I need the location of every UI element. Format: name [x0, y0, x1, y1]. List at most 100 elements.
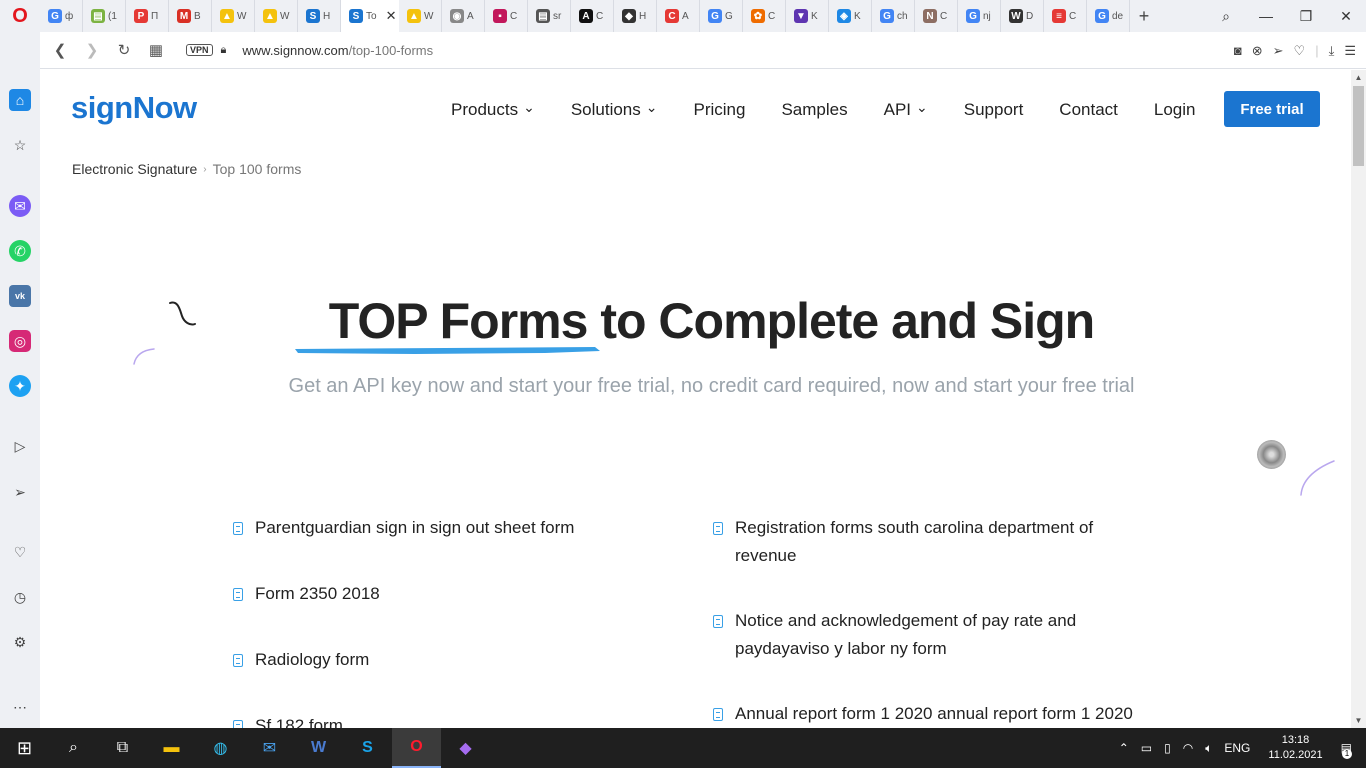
tab[interactable]: ≡ C — [1044, 0, 1087, 32]
more-icon[interactable]: ⋯ — [9, 696, 31, 718]
tab[interactable]: ◆ H — [614, 0, 657, 32]
form-link[interactable]: Form 2350 2018 — [255, 580, 380, 608]
tab-active[interactable]: S To ✕ — [341, 0, 399, 32]
vk-icon[interactable]: vk — [9, 285, 31, 307]
form-list-item[interactable]: Sf 182 form — [233, 712, 673, 728]
minimize-button[interactable]: — — [1246, 8, 1286, 24]
nav-item-samples[interactable]: Samples — [781, 100, 847, 120]
file-explorer-icon[interactable]: ▬ — [147, 728, 196, 768]
home-icon[interactable]: ⌂ — [9, 89, 31, 111]
tab[interactable]: WD — [1001, 0, 1044, 32]
settings-gear-icon[interactable]: ⚙ — [9, 631, 31, 653]
history-icon[interactable]: ◷ — [9, 586, 31, 608]
tab[interactable]: ✿ C — [743, 0, 786, 32]
forward-button[interactable]: ❯ — [76, 41, 108, 59]
new-tab-button[interactable]: + — [1130, 6, 1158, 27]
tab[interactable]: ▤ (1 — [83, 0, 126, 32]
search-tabs-icon[interactable]: ⌕ — [1206, 8, 1246, 25]
wifi-icon[interactable]: ◠ — [1183, 741, 1193, 755]
easy-setup-icon[interactable]: ☰ — [1344, 43, 1356, 59]
task-view-icon[interactable]: ⧉ — [98, 728, 147, 768]
form-link[interactable]: Sf 182 form — [255, 712, 343, 728]
tab[interactable]: ▲ W — [255, 0, 298, 32]
nav-item-contact[interactable]: Contact — [1059, 100, 1118, 120]
scroll-thumb[interactable] — [1353, 86, 1364, 166]
tab[interactable]: ▲ W — [399, 0, 442, 32]
nav-item-pricing[interactable]: Pricing — [694, 100, 746, 120]
search-icon[interactable]: ⌕ — [49, 728, 98, 768]
reload-button[interactable]: ↻ — [108, 41, 140, 59]
notification-center-icon[interactable]: ▤ 1 — [1341, 741, 1352, 759]
form-list-item[interactable]: Radiology form — [233, 646, 673, 674]
windows-start-icon[interactable]: ⊞ — [0, 728, 49, 768]
nav-item-products[interactable]: Products ⌄ — [451, 99, 535, 120]
url-field[interactable]: www.signnow.com/top-100-forms — [242, 43, 433, 58]
tab[interactable]: ▲ W — [212, 0, 255, 32]
tab-close-icon[interactable]: ✕ — [386, 8, 397, 24]
clock[interactable]: 13:18 11.02.2021 — [1268, 733, 1322, 763]
form-list-item[interactable]: Parentguardian sign in sign out sheet fo… — [233, 514, 673, 542]
lock-icon[interactable]: 🔒︎ — [221, 44, 227, 57]
word-icon[interactable]: W — [294, 728, 343, 768]
opera-logo-icon[interactable]: O — [0, 0, 40, 32]
form-link[interactable]: Radiology form — [255, 646, 369, 674]
tab[interactable]: AC — [571, 0, 614, 32]
whatsapp-icon[interactable]: ✆ — [9, 240, 31, 262]
send-icon[interactable]: ➢ — [1273, 43, 1284, 59]
form-link[interactable]: Registration forms south carolina depart… — [735, 514, 1133, 570]
nav-item-api[interactable]: API ⌄ — [884, 99, 928, 120]
tab[interactable]: Gch — [872, 0, 915, 32]
language-indicator[interactable]: ENG — [1224, 741, 1250, 755]
battery-icon[interactable]: ▯ — [1164, 741, 1171, 755]
form-link[interactable]: Parentguardian sign in sign out sheet fo… — [255, 514, 574, 542]
volume-muted-icon[interactable]: 🔈︎ — [1205, 741, 1212, 756]
form-link[interactable]: Annual report form 1 2020 annual report … — [735, 700, 1133, 728]
tab[interactable]: CA — [657, 0, 700, 32]
vpn-badge[interactable]: VPN — [186, 44, 213, 56]
free-trial-button[interactable]: Free trial — [1224, 91, 1320, 127]
skype-icon[interactable]: S — [343, 728, 392, 768]
tab[interactable]: ◈ K — [829, 0, 872, 32]
nav-item-solutions[interactable]: Solutions ⌄ — [571, 99, 658, 120]
scroll-down-icon[interactable]: ▼ — [1351, 713, 1366, 728]
back-button[interactable]: ❮ — [44, 41, 76, 59]
tab[interactable]: ▤ sr — [528, 0, 571, 32]
edge-icon[interactable]: ◍ — [196, 728, 245, 768]
tab[interactable]: ▼ K — [786, 0, 829, 32]
paint-icon[interactable]: ◆ — [441, 728, 490, 768]
nav-item-support[interactable]: Support — [964, 100, 1024, 120]
form-list-item[interactable]: Annual report form 1 2020 annual report … — [713, 700, 1133, 728]
tab[interactable]: ▪ C — [485, 0, 528, 32]
page-scrollbar[interactable]: ▲ ▼ — [1351, 70, 1366, 728]
tray-chevron-icon[interactable]: ⌃ — [1119, 741, 1129, 755]
signnow-logo[interactable]: signNow — [71, 90, 197, 126]
tab[interactable]: Gde — [1087, 0, 1130, 32]
tab[interactable]: Gnj — [958, 0, 1001, 32]
maximize-button[interactable]: ❐ — [1286, 8, 1326, 25]
tab[interactable]: PП — [126, 0, 169, 32]
form-list-item[interactable]: Notice and acknowledgement of pay rate a… — [713, 607, 1133, 663]
twitter-icon[interactable]: ✦ — [9, 375, 31, 397]
tab[interactable]: GG — [700, 0, 743, 32]
send-sidebar-icon[interactable]: ➢ — [9, 481, 31, 503]
messenger-icon[interactable]: ✉ — [9, 195, 31, 217]
opera-taskbar-icon[interactable]: O — [392, 728, 441, 768]
star-icon[interactable]: ☆ — [9, 134, 31, 156]
tab[interactable]: ◉ A — [442, 0, 485, 32]
tab[interactable]: NC — [915, 0, 958, 32]
snapshot-icon[interactable]: ◙ — [1234, 43, 1242, 58]
tab[interactable]: Gф — [40, 0, 83, 32]
adblock-icon[interactable]: ⊗ — [1252, 43, 1263, 59]
breadcrumb-root-link[interactable]: Electronic Signature — [72, 161, 197, 177]
download-icon[interactable]: ⤓ — [1329, 43, 1335, 59]
scroll-up-icon[interactable]: ▲ — [1351, 70, 1366, 85]
mail-icon[interactable]: ✉ — [245, 728, 294, 768]
nav-item-login[interactable]: Login — [1154, 100, 1196, 120]
instagram-icon[interactable]: ◎ — [9, 330, 31, 352]
close-window-button[interactable]: ✕ — [1326, 8, 1366, 25]
heart-icon[interactable]: ♡ — [9, 541, 31, 563]
bookmark-heart-icon[interactable]: ♡ — [1294, 43, 1306, 59]
player-icon[interactable]: ▷ — [9, 435, 31, 457]
tab[interactable]: SH — [298, 0, 341, 32]
form-list-item[interactable]: Form 2350 2018 — [233, 580, 673, 608]
